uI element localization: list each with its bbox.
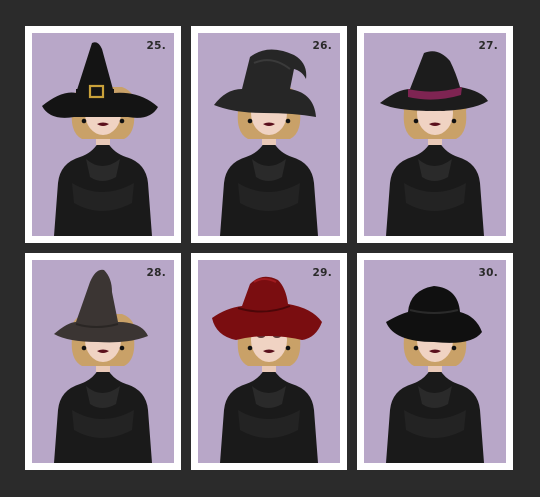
sim-portrait (380, 51, 488, 236)
portrait-number: 26. (312, 40, 332, 52)
portrait-image-28: 28. (32, 260, 174, 463)
portrait-number: 28. (146, 267, 166, 279)
portrait-image-26: 26. (198, 33, 340, 236)
sim-portrait (386, 286, 484, 463)
sim-portrait (42, 42, 158, 236)
portrait-number: 27. (478, 40, 498, 52)
portrait-image-29: 29. (198, 260, 340, 463)
witch-hat-icon (386, 286, 482, 343)
witch-hat-icon (214, 49, 316, 117)
portrait-number: 30. (478, 267, 498, 279)
portrait-number: 25. (146, 40, 166, 52)
portrait-number: 29. (312, 267, 332, 279)
witch-hat-icon (380, 51, 488, 111)
portrait-image-25: 25. (32, 33, 174, 236)
witch-hat-icon (42, 42, 158, 118)
portrait-card-29[interactable]: 29. (191, 253, 347, 470)
portrait-card-27[interactable]: 27. (357, 26, 513, 243)
portrait-image-27: 27. (364, 33, 506, 236)
sim-portrait (214, 49, 318, 236)
witch-hat-icon (212, 276, 322, 340)
portrait-card-25[interactable]: 25. (25, 26, 181, 243)
lookbook-page: { "page": { "background": "#2b2b2b", "pa… (0, 0, 540, 497)
portrait-image-30: 30. (364, 260, 506, 463)
portrait-card-30[interactable]: 30. (357, 253, 513, 470)
sim-portrait (212, 276, 322, 463)
portrait-card-26[interactable]: 26. (191, 26, 347, 243)
portrait-card-28[interactable]: 28. (25, 253, 181, 470)
witch-hat-icon (54, 269, 148, 343)
sim-portrait (54, 269, 152, 463)
